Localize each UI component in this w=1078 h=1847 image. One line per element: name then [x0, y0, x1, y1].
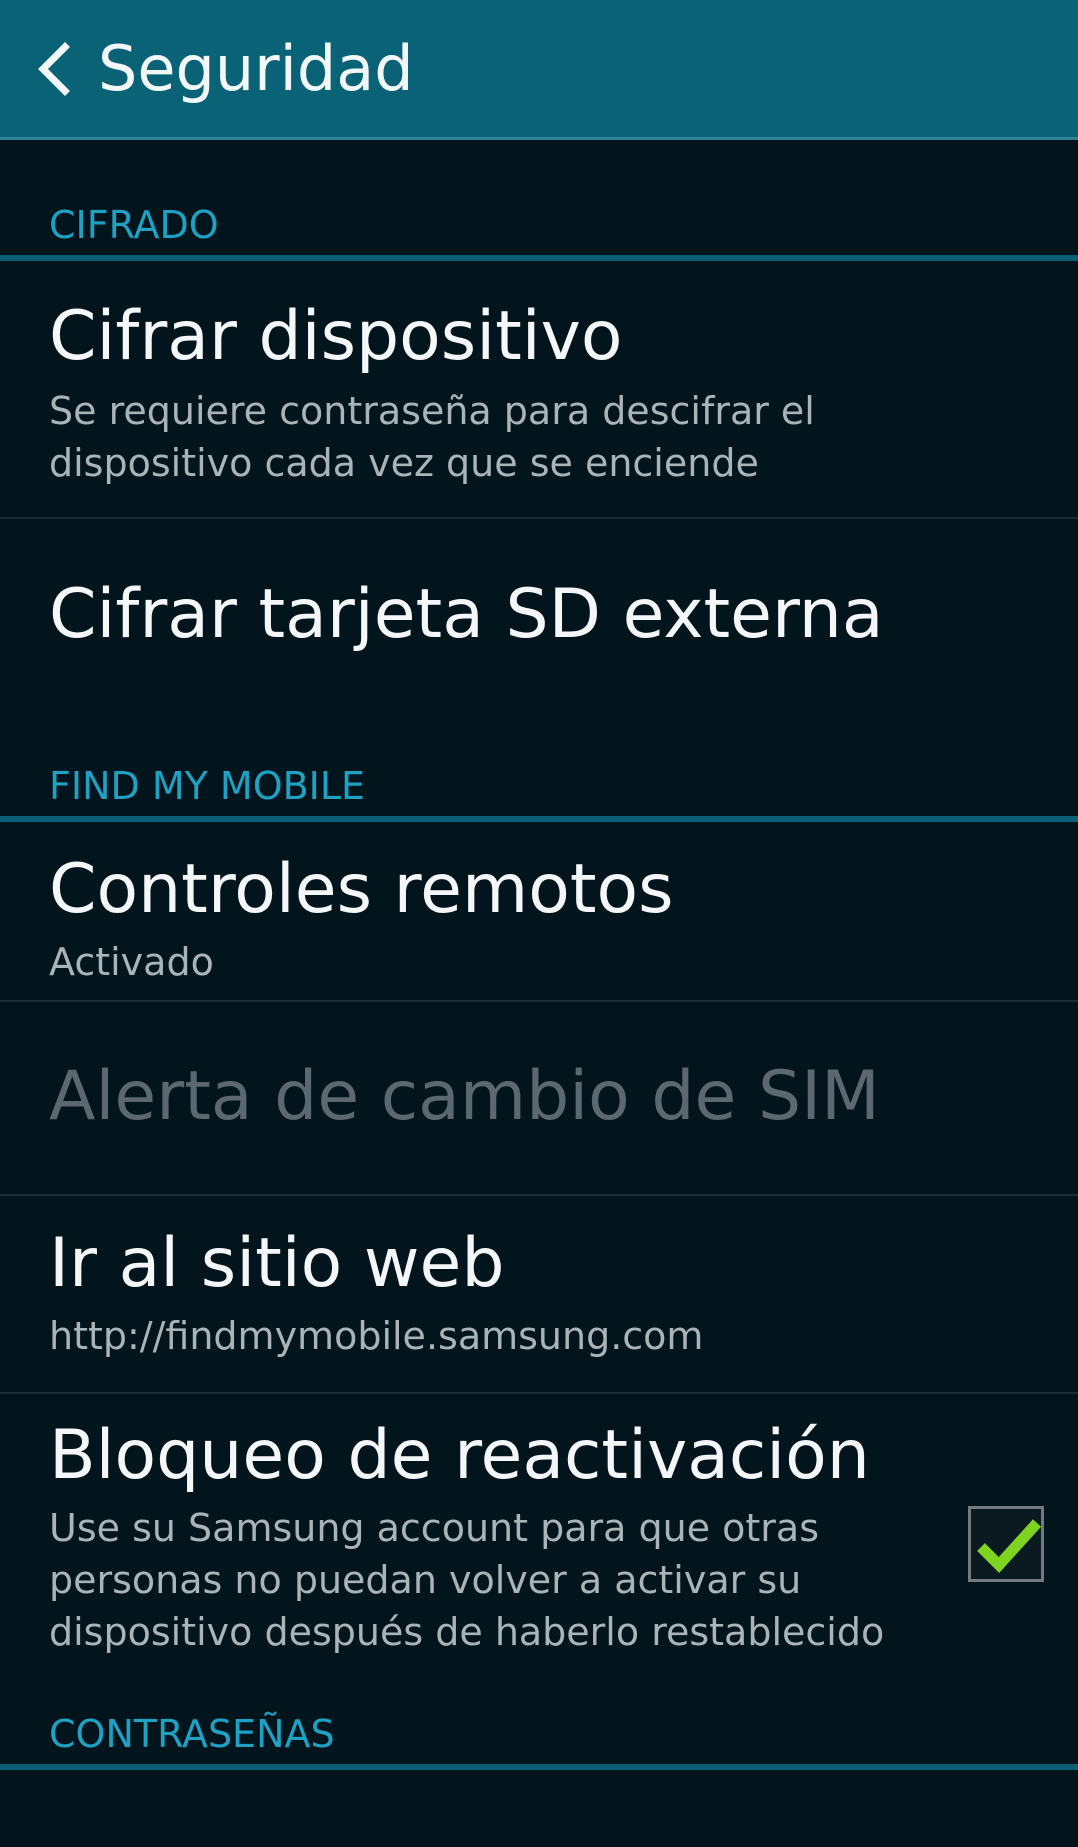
setting-remote-controls[interactable]: Controles remotos Activado [0, 822, 1078, 1002]
setting-title: Bloqueo de reactivación [49, 1416, 870, 1495]
setting-title: Cifrar dispositivo [49, 297, 623, 376]
setting-encrypt-device[interactable]: Cifrar dispositivo Se requiere contraseñ… [0, 261, 1078, 519]
setting-sim-change-alert: Alerta de cambio de SIM [0, 1002, 1078, 1196]
setting-title: Cifrar tarjeta SD externa [49, 575, 884, 654]
action-bar: Seguridad [0, 0, 1078, 140]
setting-summary: Use su Samsung account para que otras pe… [49, 1506, 885, 1654]
setting-summary: http://findmymobile.samsung.com [49, 1314, 704, 1358]
reactivation-lock-checkbox[interactable] [968, 1506, 1044, 1582]
security-settings-screen: Seguridad CIFRADO Cifrar dispositivo Se … [0, 0, 1078, 1847]
back-button[interactable] [8, 0, 98, 139]
setting-encrypt-sd-card[interactable]: Cifrar tarjeta SD externa [0, 519, 1078, 719]
setting-go-to-website[interactable]: Ir al sitio web http://findmymobile.sams… [0, 1196, 1078, 1394]
section-header-cifrado: CIFRADO [0, 140, 1078, 261]
setting-summary: Activado [49, 940, 214, 984]
setting-reactivation-lock[interactable]: Bloqueo de reactivación Use su Samsung a… [0, 1394, 1078, 1690]
section-header-find-my-mobile: FIND MY MOBILE [0, 719, 1078, 822]
section-label: CONTRASEÑAS [49, 1712, 335, 1756]
setting-title: Ir al sitio web [49, 1224, 505, 1303]
back-arrow-icon [38, 41, 70, 96]
section-header-contrasenas: CONTRASEÑAS [0, 1690, 1078, 1770]
setting-title: Alerta de cambio de SIM [49, 1057, 880, 1136]
section-divider [0, 1764, 1078, 1770]
setting-summary: Se requiere contraseña para descifrar el… [49, 389, 815, 485]
page-title: Seguridad [98, 32, 414, 105]
checkmark-icon [977, 1519, 1042, 1573]
section-label: CIFRADO [49, 203, 219, 247]
section-label: FIND MY MOBILE [49, 764, 366, 808]
setting-title: Controles remotos [49, 850, 674, 929]
